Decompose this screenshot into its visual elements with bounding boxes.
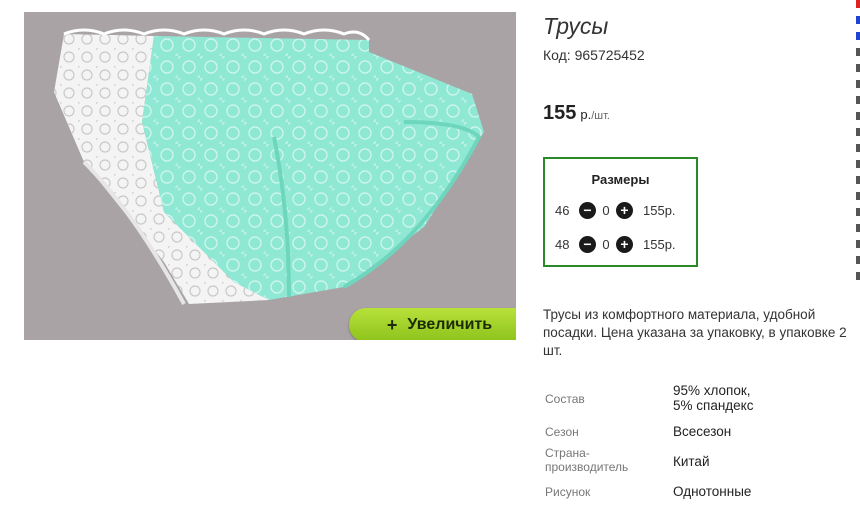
edge-fragment: [856, 80, 860, 88]
sizes-box: Размеры 46 − 0 + 155р. 48 − 0 + 155р.: [543, 157, 698, 267]
attribute-value-line: 5% спандекс: [673, 398, 754, 413]
edge-fragment: [856, 192, 860, 200]
quantity-value: 0: [602, 202, 610, 218]
edge-fragment: [856, 256, 860, 264]
size-price: 155р.: [643, 236, 676, 252]
price-unit: /шт.: [591, 110, 610, 122]
edge-fragment: [856, 176, 860, 184]
attribute-value: Китай: [673, 454, 710, 469]
product-description: Трусы из комфортного материала, удобной …: [543, 307, 847, 358]
attribute-value: Однотонные: [673, 484, 752, 499]
product-photo[interactable]: + Увеличить: [24, 12, 516, 340]
edge-fragment: [856, 0, 860, 8]
edge-fragment: [856, 128, 860, 136]
edge-fragment: [856, 160, 860, 168]
edge-fragment: [856, 64, 860, 72]
plus-icon[interactable]: +: [616, 235, 633, 253]
minus-icon[interactable]: −: [579, 201, 596, 219]
size-label: 48: [555, 236, 570, 252]
minus-icon[interactable]: −: [579, 235, 596, 253]
attribute-value: Всесезон: [673, 424, 732, 439]
attribute-value: 95% хлопок, 5% спандекс: [673, 383, 753, 413]
attribute-key: Состав: [545, 392, 585, 406]
size-price: 155р.: [643, 202, 676, 218]
plus-icon[interactable]: +: [616, 201, 633, 219]
product-image: [54, 28, 484, 305]
attribute-key-line: Страна-: [545, 446, 590, 460]
attribute-key: Страна- производитель: [545, 446, 665, 474]
edge-fragment: [856, 48, 860, 56]
edge-fragment: [856, 208, 860, 216]
edge-fragment: [856, 272, 860, 280]
product-price: 155 р./шт.: [543, 102, 610, 125]
size-label: 46: [555, 202, 570, 218]
sizes-title: Размеры: [591, 172, 650, 187]
edge-fragment: [856, 144, 860, 152]
edge-fragment: [856, 240, 860, 248]
attribute-key-line: производитель: [545, 460, 629, 474]
size-row: 48 − 0 + 155р.: [555, 234, 676, 254]
product-title: Трусы: [543, 13, 609, 39]
attribute-value-line: 95% хлопок,: [673, 383, 751, 398]
zoom-button[interactable]: + Увеличить: [349, 308, 516, 340]
edge-fragment: [856, 96, 860, 104]
quantity-value: 0: [602, 236, 610, 252]
attribute-key: Сезон: [545, 425, 579, 439]
attribute-key: Рисунок: [545, 485, 591, 499]
size-row: 46 − 0 + 155р.: [555, 200, 676, 220]
clipped-sidebar-edge: [856, 0, 860, 290]
edge-fragment: [856, 112, 860, 120]
price-value: 155: [543, 102, 577, 124]
edge-fragment: [856, 224, 860, 232]
zoom-button-label: Увеличить: [407, 316, 493, 333]
edge-fragment: [856, 16, 860, 24]
price-currency: р.: [580, 107, 592, 122]
plus-icon: +: [386, 314, 398, 335]
product-code: Код: 965725452: [543, 47, 645, 63]
edge-fragment: [856, 32, 860, 40]
